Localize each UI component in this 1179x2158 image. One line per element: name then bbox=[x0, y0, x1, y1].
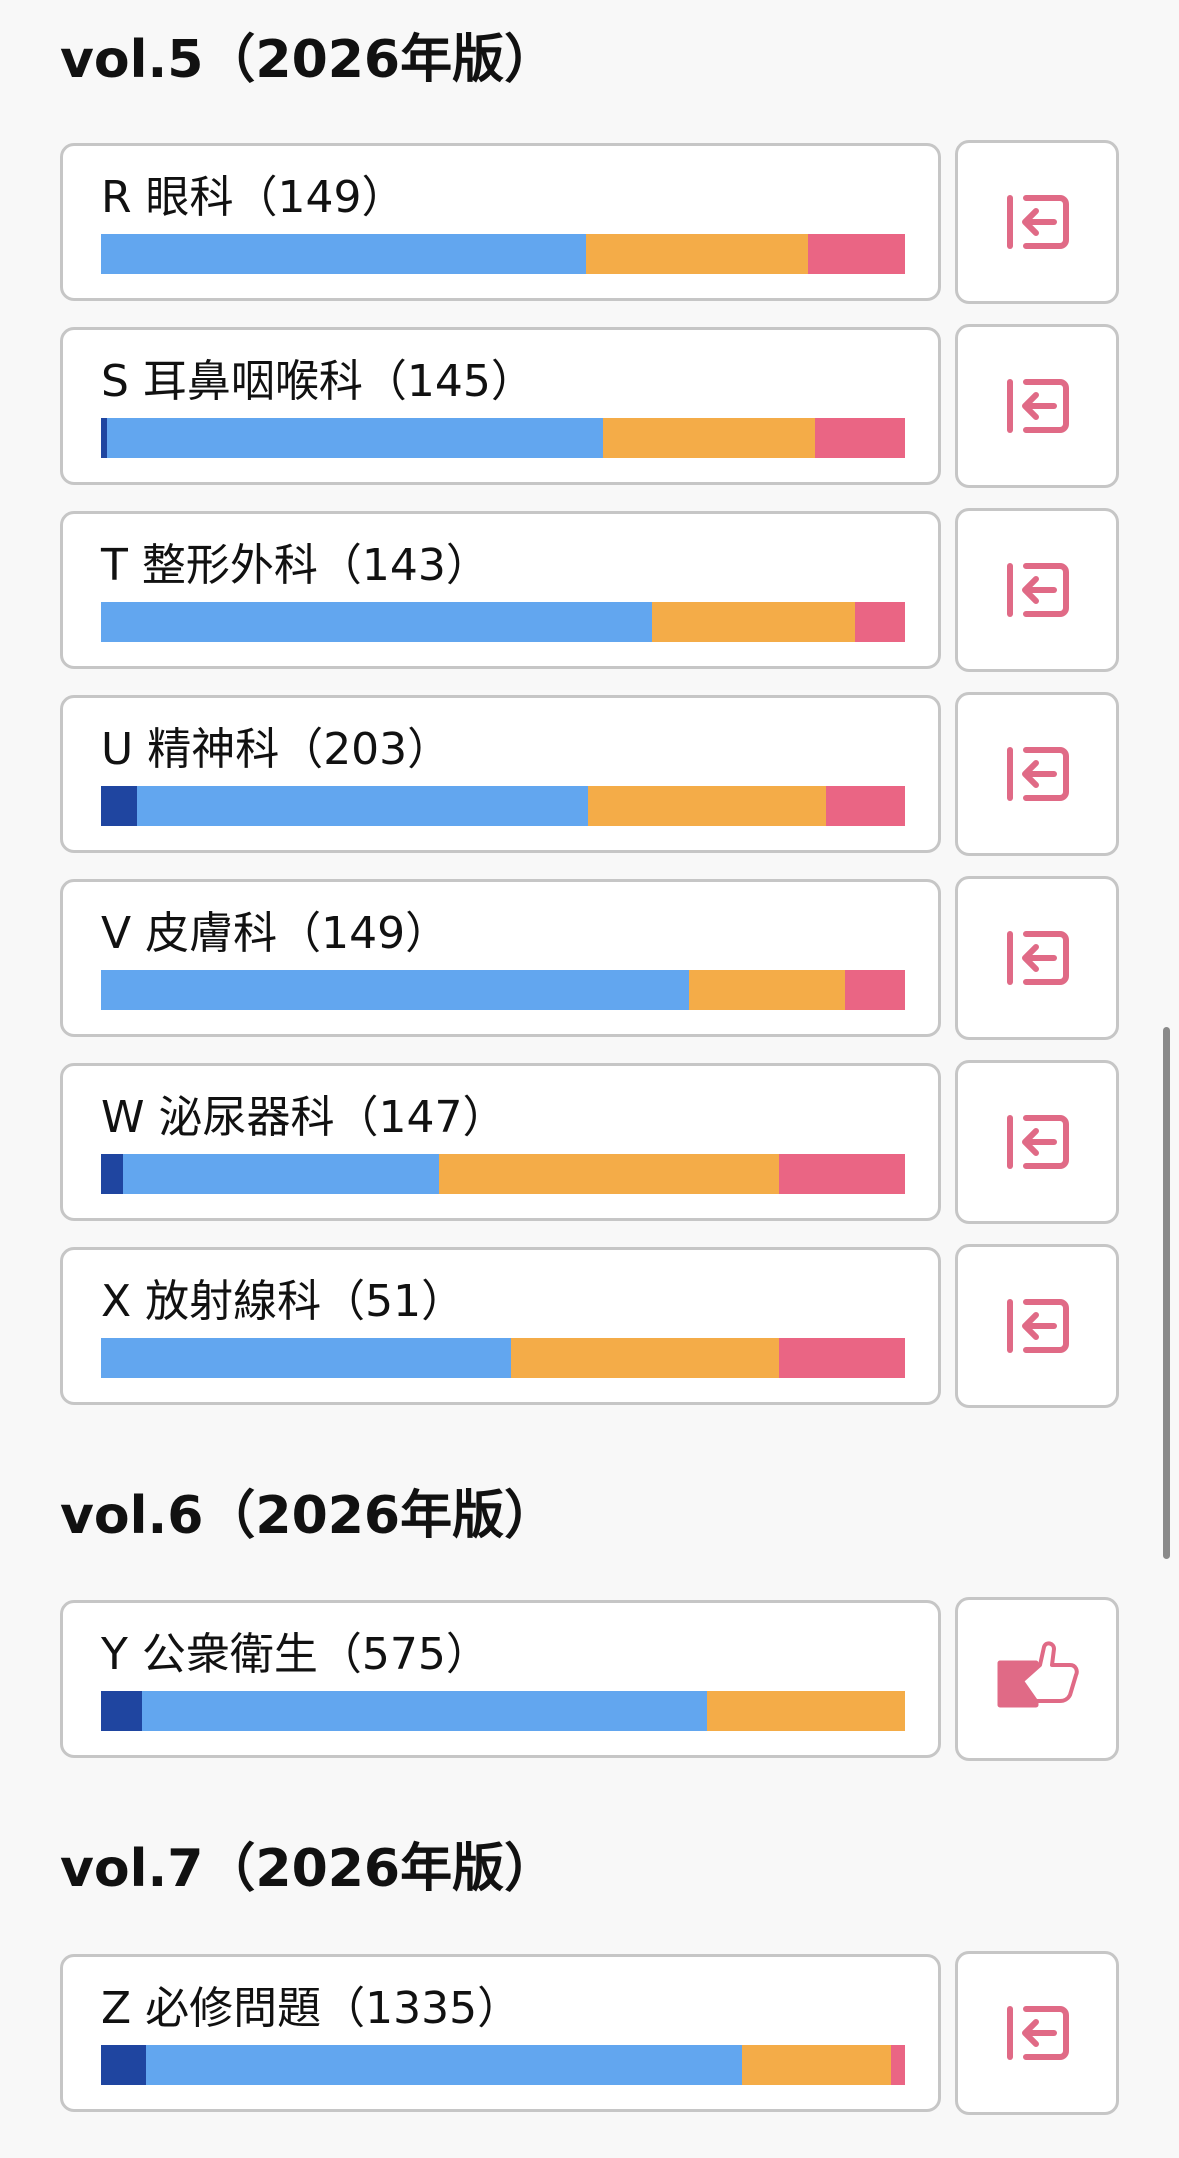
thumbs-up-icon bbox=[992, 1639, 1082, 1719]
subject-label: U 精神科（203） bbox=[101, 724, 452, 775]
progress-segment-dark-blue bbox=[101, 786, 138, 826]
enter-button-z[interactable] bbox=[955, 1951, 1119, 2115]
progress-segment-blue bbox=[101, 970, 689, 1010]
progress-segment-blue bbox=[101, 1338, 512, 1378]
progress-bar bbox=[101, 1154, 905, 1194]
subject-card-y[interactable]: Y 公衆衛生（575） bbox=[60, 1600, 941, 1758]
subject-card-z[interactable]: Z 必修問題（1335） bbox=[60, 1954, 941, 2112]
progress-segment-pink bbox=[826, 786, 905, 826]
progress-segment-dark-blue bbox=[101, 1154, 123, 1194]
progress-segment-pink bbox=[807, 234, 905, 274]
progress-bar bbox=[101, 1691, 905, 1731]
progress-segment-orange bbox=[585, 234, 808, 274]
subject-label: W 泌尿器科（147） bbox=[101, 1092, 507, 1143]
enter-arrow-icon bbox=[1004, 376, 1070, 436]
progress-bar bbox=[101, 970, 905, 1010]
enter-arrow-icon bbox=[1004, 744, 1070, 804]
enter-button-s[interactable] bbox=[955, 324, 1119, 488]
progress-segment-pink bbox=[845, 970, 905, 1010]
scrollbar[interactable] bbox=[1163, 1027, 1170, 1559]
subject-card-s[interactable]: S 耳鼻咽喉科（145） bbox=[60, 327, 941, 485]
progress-segment-blue bbox=[101, 234, 586, 274]
section-title-vol6: vol.6（2026年版） bbox=[60, 1486, 557, 1546]
section-title-vol5: vol.5（2026年版） bbox=[60, 30, 557, 90]
progress-segment-orange bbox=[603, 418, 815, 458]
subject-card-r[interactable]: R 眼科（149） bbox=[60, 143, 941, 301]
progress-segment-orange bbox=[688, 970, 846, 1010]
enter-button-w[interactable] bbox=[955, 1060, 1119, 1224]
subject-card-u[interactable]: U 精神科（203） bbox=[60, 695, 941, 853]
subject-card-t[interactable]: T 整形外科（143） bbox=[60, 511, 941, 669]
progress-segment-blue bbox=[137, 786, 589, 826]
enter-arrow-icon bbox=[1004, 928, 1070, 988]
progress-segment-dark-blue bbox=[101, 2045, 147, 2085]
enter-button-v[interactable] bbox=[955, 876, 1119, 1040]
progress-bar bbox=[101, 602, 905, 642]
progress-segment-orange bbox=[511, 1338, 779, 1378]
subject-label: Y 公衆衛生（575） bbox=[101, 1629, 490, 1680]
progress-segment-pink bbox=[891, 2045, 905, 2085]
subject-card-x[interactable]: X 放射線科（51） bbox=[60, 1247, 941, 1405]
enter-button-x[interactable] bbox=[955, 1244, 1119, 1408]
progress-segment-dark-blue bbox=[101, 1691, 142, 1731]
progress-segment-orange bbox=[707, 1691, 905, 1731]
progress-bar bbox=[101, 234, 905, 274]
like-button-y[interactable] bbox=[955, 1597, 1119, 1761]
progress-segment-blue bbox=[142, 1691, 708, 1731]
progress-segment-blue bbox=[106, 418, 604, 458]
progress-segment-orange bbox=[741, 2045, 892, 2085]
progress-segment-orange bbox=[651, 602, 856, 642]
progress-bar bbox=[101, 786, 905, 826]
progress-segment-orange bbox=[439, 1154, 779, 1194]
subject-label: T 整形外科（143） bbox=[101, 540, 490, 591]
progress-bar bbox=[101, 418, 905, 458]
progress-segment-orange bbox=[588, 786, 827, 826]
subject-label: V 皮膚科（149） bbox=[101, 908, 450, 959]
section-title-vol7: vol.7（2026年版） bbox=[60, 1839, 557, 1899]
progress-segment-pink bbox=[778, 1154, 905, 1194]
enter-arrow-icon bbox=[1004, 192, 1070, 252]
enter-arrow-icon bbox=[1004, 1296, 1070, 1356]
enter-button-u[interactable] bbox=[955, 692, 1119, 856]
progress-bar bbox=[101, 2045, 905, 2085]
progress-segment-blue bbox=[146, 2045, 742, 2085]
subject-label: Z 必修問題（1335） bbox=[101, 1983, 522, 2034]
subject-card-v[interactable]: V 皮膚科（149） bbox=[60, 879, 941, 1037]
enter-button-t[interactable] bbox=[955, 508, 1119, 672]
subject-label: R 眼科（149） bbox=[101, 172, 406, 223]
progress-bar bbox=[101, 1338, 905, 1378]
progress-segment-pink bbox=[814, 418, 905, 458]
progress-segment-blue bbox=[101, 602, 652, 642]
enter-arrow-icon bbox=[1004, 560, 1070, 620]
progress-segment-pink bbox=[778, 1338, 905, 1378]
subject-label: S 耳鼻咽喉科（145） bbox=[101, 356, 535, 407]
subject-card-w[interactable]: W 泌尿器科（147） bbox=[60, 1063, 941, 1221]
progress-segment-blue bbox=[122, 1154, 440, 1194]
enter-button-r[interactable] bbox=[955, 140, 1119, 304]
enter-arrow-icon bbox=[1004, 2003, 1070, 2063]
enter-arrow-icon bbox=[1004, 1112, 1070, 1172]
subject-label: X 放射線科（51） bbox=[101, 1276, 466, 1327]
progress-segment-pink bbox=[855, 602, 905, 642]
